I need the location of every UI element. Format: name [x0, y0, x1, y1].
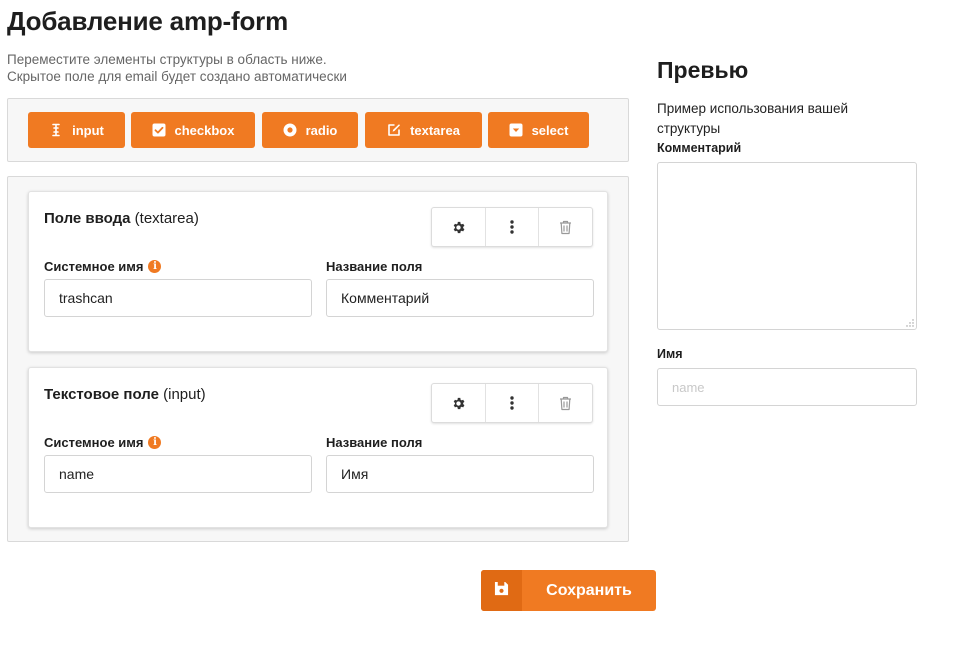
preview-comment-textarea[interactable]	[657, 162, 917, 330]
system-name-label: Системное имя i	[44, 435, 162, 450]
palette-checkbox-label: checkbox	[174, 122, 235, 138]
palette-textarea-button[interactable]: textarea	[365, 112, 482, 148]
preview-name-label: Имя	[657, 347, 683, 361]
more-button[interactable]	[486, 208, 540, 246]
structure-area: Поле ввода (textarea) Системное имя i tr…	[7, 176, 629, 542]
palette-checkbox-button[interactable]: checkbox	[131, 112, 255, 148]
system-name-label-text: Системное имя	[44, 435, 144, 450]
card-title-type: (textarea)	[134, 210, 199, 227]
card-controls	[431, 207, 593, 247]
palette-radio-label: radio	[305, 122, 338, 138]
card-title: Поле ввода (textarea)	[44, 210, 199, 227]
more-button[interactable]	[486, 384, 540, 422]
preview-description: Пример использования вашей структуры	[657, 101, 849, 136]
gear-icon	[451, 220, 466, 235]
field-card[interactable]: Поле ввода (textarea) Системное имя i tr…	[28, 191, 608, 352]
radio-icon	[283, 123, 297, 137]
palette-select-label: select	[531, 122, 569, 138]
text-cursor-icon	[49, 123, 63, 137]
field-name-label: Название поля	[326, 259, 422, 274]
card-title-type: (input)	[163, 386, 206, 403]
save-button-label: Сохранить	[546, 581, 632, 599]
info-icon[interactable]: i	[148, 260, 162, 273]
card-title-name: Текстовое поле	[44, 386, 159, 403]
delete-button[interactable]	[539, 384, 592, 422]
field-name-label: Название поля	[326, 435, 422, 450]
settings-button[interactable]	[432, 384, 486, 422]
save-icon-wrap	[481, 570, 522, 611]
preview-title: Превью	[657, 57, 749, 83]
more-vertical-icon	[510, 396, 514, 410]
palette-textarea-label: textarea	[410, 122, 460, 138]
info-icon[interactable]: i	[148, 436, 162, 449]
preview-comment-label: Комментарий	[657, 141, 742, 155]
save-button[interactable]: Сохранить	[481, 570, 656, 611]
element-palette: input checkbox radio textarea select	[7, 98, 629, 162]
system-name-label-text: Системное имя	[44, 259, 144, 274]
field-name-input[interactable]: Комментарий	[326, 279, 594, 317]
page-title: Добавление amp-form	[7, 6, 288, 36]
card-title: Текстовое поле (input)	[44, 386, 206, 403]
checkbox-icon	[152, 123, 166, 137]
palette-input-label: input	[72, 122, 104, 138]
trash-icon	[559, 396, 572, 411]
settings-button[interactable]	[432, 208, 486, 246]
gear-icon	[451, 396, 466, 411]
system-name-label: Системное имя i	[44, 259, 162, 274]
edit-icon	[387, 123, 401, 137]
more-vertical-icon	[510, 220, 514, 234]
select-icon	[509, 123, 523, 137]
field-name-label-text: Название поля	[326, 435, 423, 450]
system-name-input[interactable]: name	[44, 455, 312, 493]
delete-button[interactable]	[539, 208, 592, 246]
trash-icon	[559, 220, 572, 235]
palette-input-button[interactable]: input	[28, 112, 125, 148]
preview-name-input[interactable]: name	[657, 368, 917, 406]
card-title-name: Поле ввода	[44, 210, 131, 227]
card-controls	[431, 383, 593, 423]
description-line-1: Переместите элементы структуры в область…	[7, 52, 327, 67]
field-card[interactable]: Текстовое поле (input) Системное имя i n…	[28, 367, 608, 528]
page-description: Переместите элементы структуры в область…	[7, 51, 347, 85]
resize-handle-icon[interactable]	[906, 319, 914, 327]
palette-select-button[interactable]: select	[488, 112, 589, 148]
floppy-disk-icon	[494, 581, 509, 601]
field-name-input[interactable]: Имя	[326, 455, 594, 493]
palette-radio-button[interactable]: radio	[262, 112, 358, 148]
system-name-input[interactable]: trashcan	[44, 279, 312, 317]
description-line-2: Скрытое поле для email будет создано авт…	[7, 69, 347, 84]
field-name-label-text: Название поля	[326, 259, 423, 274]
